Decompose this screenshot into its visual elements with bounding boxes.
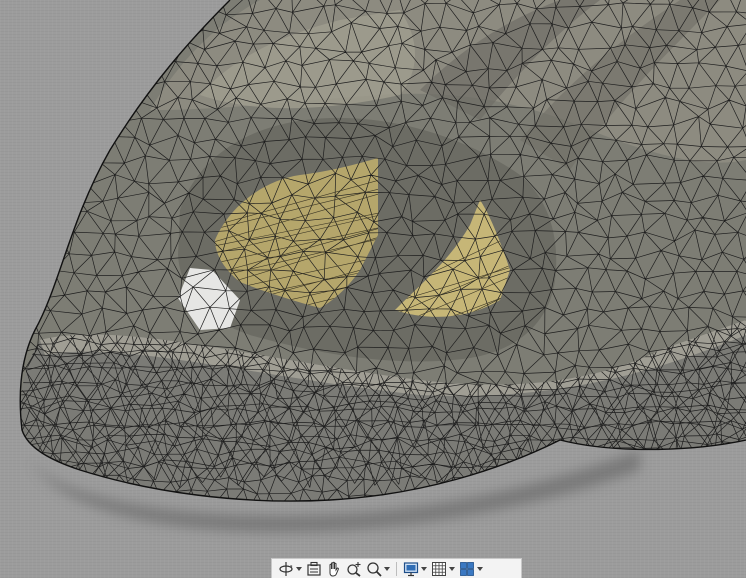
zoom-plus-icon (347, 561, 361, 577)
look-at-tool[interactable] (304, 560, 324, 578)
chevron-down-icon (449, 566, 455, 571)
chevron-down-icon (477, 566, 483, 571)
chevron-down-icon (296, 566, 302, 571)
display-settings-tool[interactable] (401, 560, 429, 578)
zoom-tool[interactable] (344, 560, 364, 578)
fit-tool[interactable] (364, 560, 392, 578)
pan-tool[interactable] (324, 560, 344, 578)
toolbar-separator (396, 561, 397, 576)
viewports-icon (460, 561, 474, 576)
chevron-down-icon (384, 566, 390, 571)
grid-settings-tool[interactable] (429, 560, 457, 578)
viewports-tool[interactable] (457, 560, 485, 578)
3d-viewport[interactable] (0, 0, 746, 578)
zoom-window-icon (367, 561, 382, 577)
grid-icon (432, 561, 446, 576)
navigation-toolbar (271, 558, 522, 578)
monitor-icon (403, 561, 419, 576)
chevron-down-icon (421, 566, 427, 571)
hand-icon (329, 561, 339, 576)
mesh-model[interactable] (0, 0, 746, 578)
orbit-icon (279, 561, 293, 576)
orbit-tool[interactable] (276, 560, 304, 578)
look-at-icon (307, 561, 321, 576)
